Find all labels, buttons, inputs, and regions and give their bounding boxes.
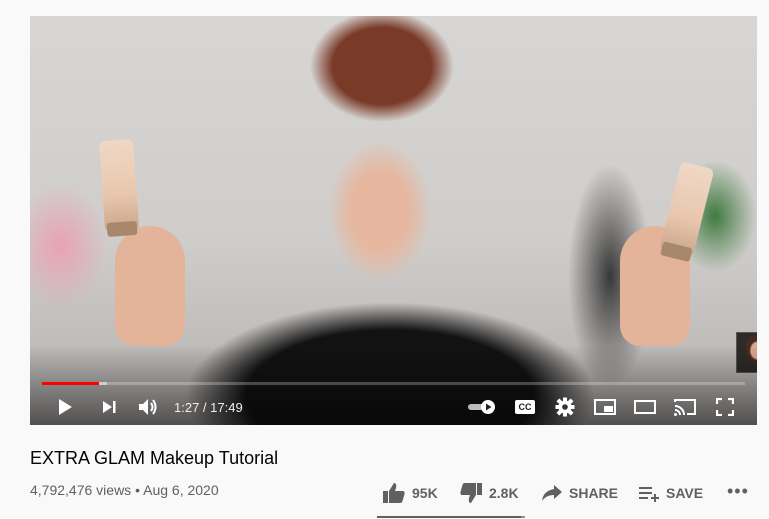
more-actions-button[interactable]: ••• bbox=[727, 481, 749, 502]
fullscreen-icon bbox=[716, 398, 734, 416]
progress-played bbox=[42, 382, 99, 385]
volume-button[interactable] bbox=[133, 390, 163, 424]
share-label: SHARE bbox=[569, 485, 619, 501]
cast-button[interactable] bbox=[670, 390, 700, 424]
add-to-playlist-icon bbox=[639, 487, 659, 502]
dislike-button[interactable]: 2.8K bbox=[459, 481, 519, 505]
play-icon bbox=[59, 399, 72, 415]
autoplay-toggle[interactable] bbox=[465, 390, 499, 424]
cc-icon: CC bbox=[515, 400, 535, 414]
meta-separator: • bbox=[135, 482, 140, 498]
upload-date: Aug 6, 2020 bbox=[143, 482, 219, 498]
fullscreen-button[interactable] bbox=[710, 390, 740, 424]
play-button[interactable] bbox=[50, 390, 80, 424]
volume-icon bbox=[139, 399, 157, 415]
like-button[interactable]: 95K bbox=[382, 481, 438, 505]
view-count: 4,792,476 views bbox=[30, 482, 132, 498]
thumbs-up-icon bbox=[383, 483, 405, 503]
settings-button[interactable] bbox=[550, 390, 580, 424]
theater-mode-button[interactable] bbox=[630, 390, 660, 424]
video-metadata: 4,792,476 views • Aug 6, 2020 bbox=[30, 482, 219, 498]
thumbs-down-icon bbox=[460, 483, 482, 503]
miniplayer-button[interactable] bbox=[590, 390, 620, 424]
foundation-bottle-left bbox=[98, 138, 140, 237]
video-title: EXTRA GLAM Makeup Tutorial bbox=[30, 448, 279, 468]
left-hand-graphic bbox=[115, 226, 185, 346]
player-controls: 1:27 / 17:49 CC bbox=[30, 390, 757, 424]
save-button[interactable]: SAVE bbox=[638, 481, 703, 505]
like-dislike-ratio-bar bbox=[377, 516, 525, 518]
share-icon bbox=[542, 485, 562, 501]
time-display: 1:27 / 17:49 bbox=[174, 390, 243, 424]
next-button[interactable] bbox=[94, 390, 124, 424]
share-button[interactable]: SHARE bbox=[541, 481, 618, 505]
progress-bar[interactable] bbox=[42, 382, 745, 385]
time-duration: 17:49 bbox=[210, 399, 243, 415]
video-player[interactable]: 1:27 / 17:49 CC bbox=[30, 16, 757, 425]
autoplay-toggle-icon bbox=[468, 400, 495, 414]
miniplayer-icon bbox=[594, 399, 616, 415]
cast-icon bbox=[674, 399, 696, 416]
subtitles-button[interactable]: CC bbox=[510, 390, 540, 424]
next-icon bbox=[103, 401, 116, 413]
save-label: SAVE bbox=[666, 485, 704, 501]
theater-icon bbox=[634, 400, 656, 414]
like-count: 95K bbox=[412, 485, 438, 501]
more-icon: ••• bbox=[727, 481, 749, 501]
time-separator: / bbox=[199, 399, 211, 415]
dislike-count: 2.8K bbox=[489, 485, 519, 501]
time-current: 1:27 bbox=[174, 399, 200, 415]
like-ratio-fill bbox=[377, 516, 521, 518]
settings-icon bbox=[555, 397, 575, 417]
